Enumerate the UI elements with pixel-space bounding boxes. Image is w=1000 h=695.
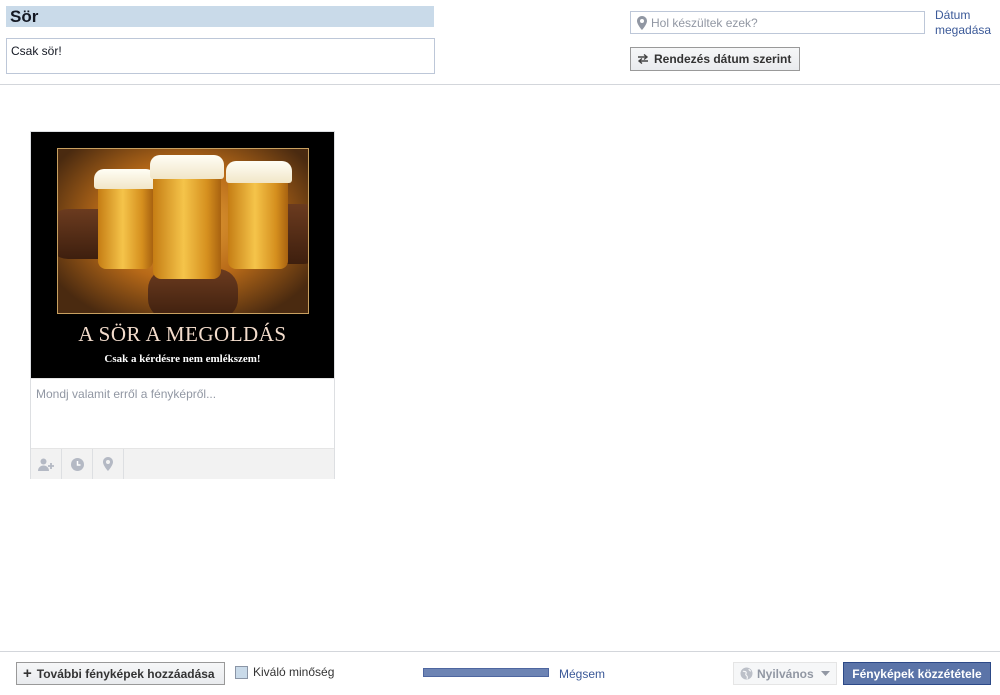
high-quality-option: Kiváló minőség — [235, 665, 334, 679]
add-date-link[interactable]: Dátum megadása — [935, 8, 995, 38]
photo-caption-input[interactable]: Mondj valamit erről a fényképről... — [31, 378, 334, 448]
privacy-label: Nyilvános — [757, 666, 814, 681]
poster-title: A SÖR A MEGOLDÁS — [78, 322, 287, 346]
sort-button-label: Rendezés dátum szerint — [654, 52, 792, 66]
upload-progress-bar — [423, 668, 549, 677]
beer-mugs-image — [57, 148, 309, 314]
high-quality-label: Kiváló minőség — [253, 665, 335, 679]
add-more-photos-button[interactable]: + További fényképek hozzáadása — [16, 662, 225, 685]
photo-thumbnail[interactable]: A SÖR A MEGOLDÁS Csak a kérdésre nem eml… — [31, 132, 334, 378]
add-photos-label: További fényképek hozzáadása — [36, 666, 215, 681]
cancel-link[interactable]: Mégsem — [559, 667, 605, 681]
tag-person-icon — [38, 458, 54, 471]
album-title-input[interactable]: Sör — [6, 6, 434, 27]
privacy-selector[interactable]: Nyilvános — [733, 662, 837, 685]
globe-icon — [740, 667, 753, 680]
location-field[interactable] — [630, 11, 925, 34]
map-pin-icon — [637, 15, 647, 30]
photo-card: A SÖR A MEGOLDÁS Csak a kérdésre nem eml… — [30, 131, 335, 479]
publish-photos-button[interactable]: Fényképek közzététele — [843, 662, 991, 685]
plus-icon: + — [23, 664, 32, 682]
swap-arrows-icon — [637, 54, 649, 64]
tag-person-button[interactable] — [31, 449, 62, 479]
poster-subtitle: Csak a kérdésre nem emlékszem! — [104, 353, 261, 365]
album-description-input[interactable]: Csak sör! — [6, 38, 435, 74]
map-pin-icon — [103, 457, 113, 471]
sort-by-date-button[interactable]: Rendezés dátum szerint — [630, 47, 800, 71]
add-location-button[interactable] — [93, 449, 124, 479]
high-quality-checkbox[interactable] — [235, 665, 248, 679]
footer-divider — [0, 651, 1000, 652]
photo-toolbar — [31, 448, 334, 479]
chevron-down-icon — [820, 671, 830, 676]
location-input[interactable] — [651, 15, 901, 30]
clock-icon — [70, 457, 84, 471]
header-divider — [0, 84, 1000, 85]
add-time-button[interactable] — [62, 449, 93, 479]
